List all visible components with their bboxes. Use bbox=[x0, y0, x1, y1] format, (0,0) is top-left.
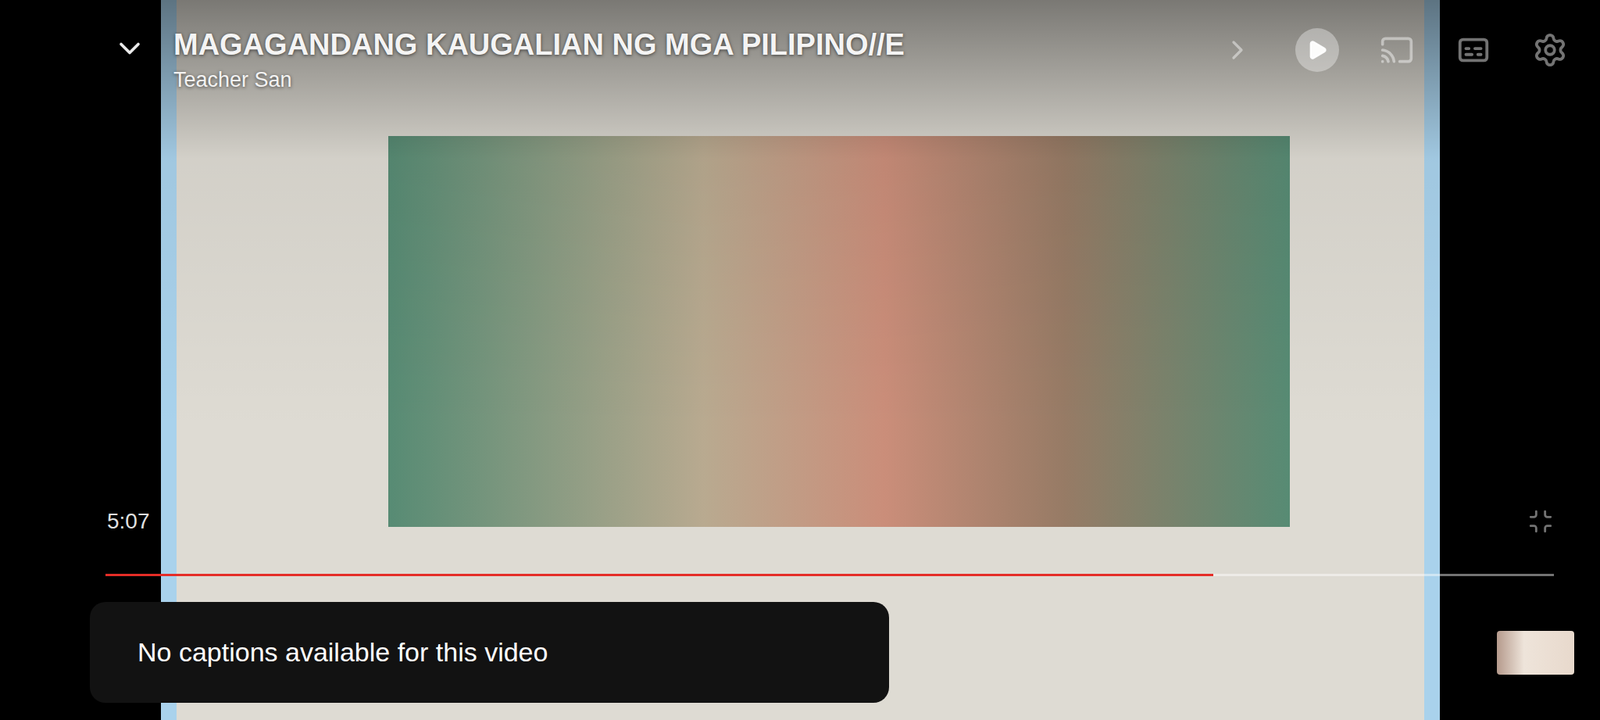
time-row: 5:07 bbox=[0, 505, 1600, 537]
minimize-button[interactable] bbox=[109, 28, 150, 69]
captions-icon bbox=[1455, 32, 1492, 68]
progress-played bbox=[105, 573, 1214, 576]
gear-icon bbox=[1532, 32, 1568, 68]
video-title[interactable]: MAGAGANDANG KAUGALIAN NG MGA PILIPINO//E bbox=[173, 28, 1057, 62]
progress-bar[interactable] bbox=[105, 573, 1554, 576]
top-bar: MAGAGANDANG KAUGALIAN NG MGA PILIPINO//E… bbox=[0, 0, 1600, 93]
toast-text: No captions available for this video bbox=[137, 636, 548, 668]
player-screen: MAGAGANDANG KAUGALIAN NG MGA PILIPINO//E… bbox=[0, 0, 1600, 720]
top-actions bbox=[1218, 28, 1569, 72]
next-button[interactable] bbox=[1218, 31, 1257, 69]
chevron-down-icon bbox=[112, 31, 147, 66]
current-time: 5:07 bbox=[107, 508, 150, 534]
bottom-controls: 5:07 No captions available for this video bbox=[0, 505, 1600, 720]
chevron-right-icon bbox=[1221, 34, 1254, 66]
toast-row: No captions available for this video bbox=[0, 601, 1600, 703]
play-icon bbox=[1306, 39, 1329, 61]
cast-icon bbox=[1379, 32, 1415, 68]
play-button[interactable] bbox=[1295, 28, 1340, 72]
player-controls: MAGAGANDANG KAUGALIAN NG MGA PILIPINO//E… bbox=[0, 0, 1600, 720]
toast: No captions available for this video bbox=[89, 601, 890, 703]
cast-button[interactable] bbox=[1378, 31, 1416, 69]
captions-button[interactable] bbox=[1454, 31, 1493, 69]
title-block: MAGAGANDANG KAUGALIAN NG MGA PILIPINO//E… bbox=[173, 28, 1057, 93]
ad-thumbnail[interactable] bbox=[1496, 630, 1575, 675]
exit-fullscreen-icon bbox=[1527, 507, 1554, 535]
exit-fullscreen-button[interactable] bbox=[1525, 505, 1557, 537]
settings-button[interactable] bbox=[1531, 31, 1569, 69]
channel-name[interactable]: Teacher San bbox=[173, 67, 1057, 93]
